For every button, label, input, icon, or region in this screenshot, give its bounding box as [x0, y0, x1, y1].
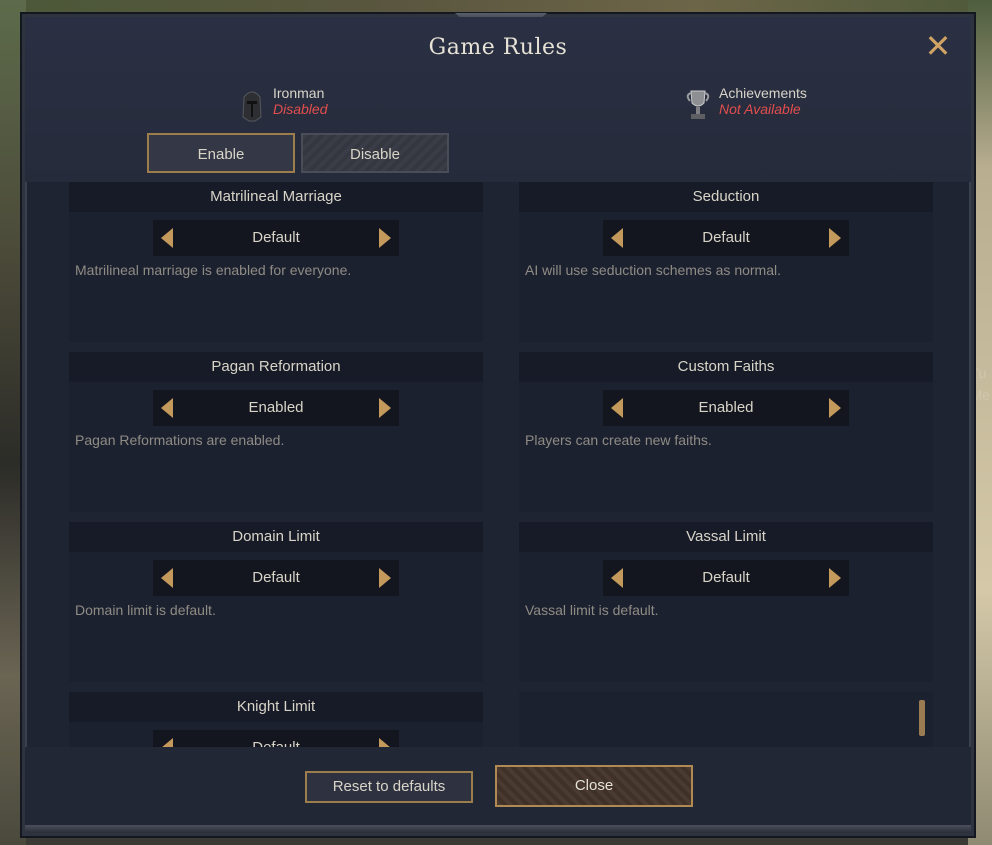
arrow-right-icon[interactable]	[829, 568, 841, 588]
rules-scroll-area[interactable]: Matrilineal Marriage Default Matrilineal…	[59, 182, 939, 757]
achievements-state: Not Available	[719, 101, 801, 117]
rule-seduction: Seduction Default AI will use seduction …	[519, 182, 933, 342]
rule-selector: Default	[153, 560, 399, 596]
arrow-right-icon[interactable]	[829, 398, 841, 418]
reset-to-defaults-button[interactable]: Reset to defaults	[305, 771, 473, 803]
ironman-status: Ironman Disabled	[242, 85, 328, 122]
arrow-left-icon[interactable]	[161, 228, 173, 248]
rule-selector: Default	[153, 220, 399, 256]
rule-description: Vassal limit is default.	[525, 602, 659, 618]
scrollbar-thumb[interactable]	[919, 700, 925, 736]
arrow-right-icon[interactable]	[379, 228, 391, 248]
rule-value: Default	[702, 569, 750, 586]
rule-name: Knight Limit	[69, 692, 483, 722]
dialog-footer: Reset to defaults Close	[25, 747, 971, 825]
background-map-top	[0, 0, 992, 14]
game-rules-dialog: Game Rules ✕ Ironman Disabled Achievemen…	[22, 13, 974, 836]
ironman-state: Disabled	[273, 101, 328, 117]
rule-selector: Default	[603, 220, 849, 256]
rule-domain-limit: Domain Limit Default Domain limit is def…	[69, 522, 483, 682]
rule-description: AI will use seduction schemes as normal.	[525, 262, 781, 278]
rule-custom-faiths: Custom Faiths Enabled Players can create…	[519, 352, 933, 512]
close-icon[interactable]: ✕	[923, 30, 953, 62]
ironman-label: Ironman	[273, 85, 325, 101]
rule-name: Vassal Limit	[519, 522, 933, 552]
arrow-right-icon[interactable]	[379, 398, 391, 418]
rule-value: Default	[702, 229, 750, 246]
helmet-icon	[242, 91, 262, 122]
arrow-left-icon[interactable]	[611, 228, 623, 248]
rule-vassal-limit: Vassal Limit Default Vassal limit is def…	[519, 522, 933, 682]
trophy-icon	[686, 90, 710, 119]
rules-scrollbar[interactable]	[919, 182, 929, 757]
rule-name: Pagan Reformation	[69, 352, 483, 382]
ironman-enable-button[interactable]: Enable	[147, 133, 295, 173]
arrow-left-icon[interactable]	[161, 398, 173, 418]
dialog-header: Game Rules ✕ Ironman Disabled Achievemen…	[25, 17, 971, 182]
rule-value: Default	[252, 229, 300, 246]
rule-description: Players can create new faiths.	[525, 432, 712, 448]
rule-selector: Default	[603, 560, 849, 596]
rule-description: Pagan Reformations are enabled.	[75, 432, 285, 448]
rule-selector: Enabled	[153, 390, 399, 426]
achievements-label: Achievements	[719, 85, 807, 101]
rule-pagan-reformation: Pagan Reformation Enabled Pagan Reformat…	[69, 352, 483, 512]
rule-value: Default	[252, 569, 300, 586]
rule-selector: Enabled	[603, 390, 849, 426]
arrow-left-icon[interactable]	[611, 568, 623, 588]
rule-description: Domain limit is default.	[75, 602, 216, 618]
rule-name: Seduction	[519, 182, 933, 212]
achievements-status: Achievements Not Available	[686, 85, 807, 119]
arrow-right-icon[interactable]	[829, 228, 841, 248]
rule-matrilineal-marriage: Matrilineal Marriage Default Matrilineal…	[69, 182, 483, 342]
rule-value: Enabled	[248, 399, 304, 416]
rule-value: Enabled	[698, 399, 754, 416]
close-button[interactable]: Close	[495, 765, 693, 807]
rule-description: Matrilineal marriage is enabled for ever…	[75, 262, 352, 278]
arrow-right-icon[interactable]	[379, 568, 391, 588]
arrow-left-icon[interactable]	[161, 568, 173, 588]
dialog-title: Game Rules	[428, 35, 568, 60]
rule-name: Custom Faiths	[519, 352, 933, 382]
rule-name: Domain Limit	[69, 522, 483, 552]
ironman-disable-button[interactable]: Disable	[301, 133, 449, 173]
rule-name: Matrilineal Marriage	[69, 182, 483, 212]
window-bottom-edge	[25, 825, 971, 833]
arrow-left-icon[interactable]	[611, 398, 623, 418]
